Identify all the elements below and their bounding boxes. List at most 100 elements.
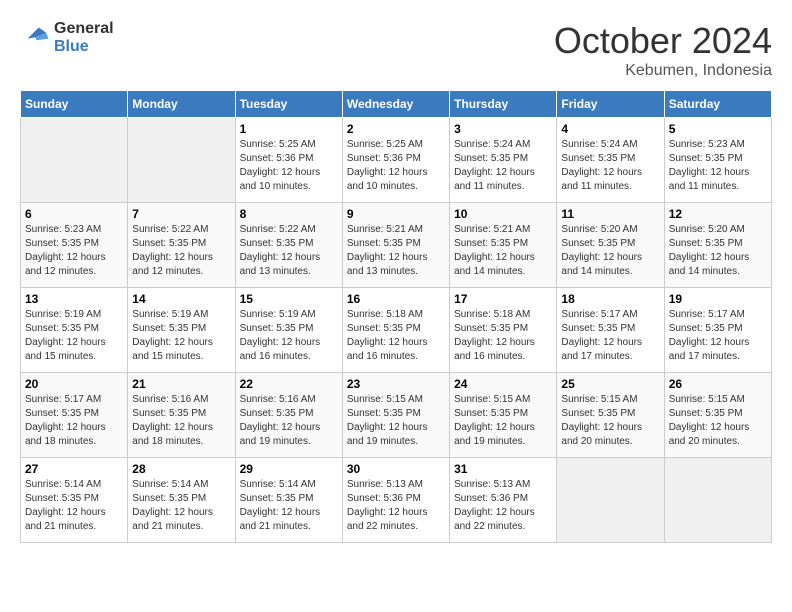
day-number: 14 [132, 292, 230, 306]
day-info: Sunrise: 5:15 AMSunset: 5:35 PMDaylight:… [454, 393, 552, 449]
day-info: Sunrise: 5:14 AMSunset: 5:35 PMDaylight:… [240, 478, 338, 534]
day-number: 5 [669, 122, 767, 136]
calendar-cell: 2Sunrise: 5:25 AMSunset: 5:36 PMDaylight… [342, 118, 449, 203]
day-number: 22 [240, 377, 338, 391]
calendar-cell: 3Sunrise: 5:24 AMSunset: 5:35 PMDaylight… [450, 118, 557, 203]
day-info: Sunrise: 5:23 AMSunset: 5:35 PMDaylight:… [25, 223, 123, 279]
title-block: October 2024 Kebumen, Indonesia [554, 20, 772, 80]
calendar-cell: 5Sunrise: 5:23 AMSunset: 5:35 PMDaylight… [664, 118, 771, 203]
logo-blue: Blue [54, 38, 114, 56]
day-info: Sunrise: 5:17 AMSunset: 5:35 PMDaylight:… [25, 393, 123, 449]
calendar-cell [557, 458, 664, 543]
day-number: 11 [561, 207, 659, 221]
calendar-cell: 13 Sunrise: 5:19 AMSunset: 5:35 PMDayligh… [21, 288, 128, 373]
calendar-cell: 19 Sunrise: 5:17 AMSunset: 5:35 PMDayligh… [664, 288, 771, 373]
day-number: 31 [454, 462, 552, 476]
day-info: Sunrise: 5:15 AMSunset: 5:35 PMDaylight:… [561, 393, 659, 449]
logo: General Blue [20, 20, 114, 55]
day-info: Sunrise: 5:25 AMSunset: 5:36 PMDaylight:… [240, 138, 338, 194]
day-number: 23 [347, 377, 445, 391]
month-title: October 2024 [554, 20, 772, 62]
week-row-4: 20 Sunrise: 5:17 AMSunset: 5:35 PMDayligh… [21, 373, 772, 458]
day-info: Sunrise: 5:16 AMSunset: 5:35 PMDaylight:… [240, 393, 338, 449]
weekday-header-tuesday: Tuesday [235, 91, 342, 118]
calendar-body: 1 Sunrise: 5:25 AMSunset: 5:36 PMDaylight… [21, 118, 772, 543]
weekday-row: SundayMondayTuesdayWednesdayThursdayFrid… [21, 91, 772, 118]
weekday-header-monday: Monday [128, 91, 235, 118]
day-info: Sunrise: 5:18 AMSunset: 5:35 PMDaylight:… [454, 308, 552, 364]
day-number: 21 [132, 377, 230, 391]
day-number: 24 [454, 377, 552, 391]
day-number: 26 [669, 377, 767, 391]
calendar-cell: 24 Sunrise: 5:15 AMSunset: 5:35 PMDayligh… [450, 373, 557, 458]
day-info: Sunrise: 5:19 AMSunset: 5:35 PMDaylight:… [25, 308, 123, 364]
calendar-cell: 18Sunrise: 5:17 AMSunset: 5:35 PMDayligh… [557, 288, 664, 373]
day-info: Sunrise: 5:17 AMSunset: 5:35 PMDaylight:… [669, 308, 767, 364]
day-number: 4 [561, 122, 659, 136]
calendar-cell: 7 Sunrise: 5:22 AMSunset: 5:35 PMDaylight… [128, 203, 235, 288]
location: Kebumen, Indonesia [554, 62, 772, 80]
calendar-cell: 14 Sunrise: 5:19 AMSunset: 5:35 PMDayligh… [128, 288, 235, 373]
day-number: 6 [25, 207, 123, 221]
day-number: 1 [240, 122, 338, 136]
calendar-cell: 4 Sunrise: 5:24 AMSunset: 5:35 PMDaylight… [557, 118, 664, 203]
calendar-cell: 21Sunrise: 5:16 AMSunset: 5:35 PMDayligh… [128, 373, 235, 458]
logo-general: General [54, 20, 114, 38]
calendar-cell [128, 118, 235, 203]
week-row-5: 27 Sunrise: 5:14 AMSunset: 5:35 PMDayligh… [21, 458, 772, 543]
day-number: 18 [561, 292, 659, 306]
calendar-cell: 6 Sunrise: 5:23 AMSunset: 5:35 PMDaylight… [21, 203, 128, 288]
calendar-cell: 12Sunrise: 5:20 AMSunset: 5:35 PMDayligh… [664, 203, 771, 288]
day-info: Sunrise: 5:13 AMSunset: 5:36 PMDaylight:… [347, 478, 445, 534]
day-info: Sunrise: 5:14 AMSunset: 5:35 PMDaylight:… [132, 478, 230, 534]
day-number: 16 [347, 292, 445, 306]
calendar-cell: 8Sunrise: 5:22 AMSunset: 5:35 PMDaylight… [235, 203, 342, 288]
day-info: Sunrise: 5:19 AMSunset: 5:35 PMDaylight:… [240, 308, 338, 364]
calendar-cell: 25 Sunrise: 5:15 AMSunset: 5:35 PMDayligh… [557, 373, 664, 458]
day-number: 13 [25, 292, 123, 306]
calendar-header: SundayMondayTuesdayWednesdayThursdayFrid… [21, 91, 772, 118]
day-info: Sunrise: 5:21 AMSunset: 5:35 PMDaylight:… [454, 223, 552, 279]
day-number: 20 [25, 377, 123, 391]
page-header: General Blue October 2024 Kebumen, Indon… [20, 20, 772, 80]
calendar-cell: 27Sunrise: 5:14 AMSunset: 5:35 PMDayligh… [21, 458, 128, 543]
weekday-header-friday: Friday [557, 91, 664, 118]
calendar-cell: 11 Sunrise: 5:20 AMSunset: 5:35 PMDayligh… [557, 203, 664, 288]
day-number: 25 [561, 377, 659, 391]
calendar-table: SundayMondayTuesdayWednesdayThursdayFrid… [20, 90, 772, 543]
day-number: 27 [25, 462, 123, 476]
day-number: 30 [347, 462, 445, 476]
calendar-cell: 16 Sunrise: 5:18 AMSunset: 5:35 PMDayligh… [342, 288, 449, 373]
day-number: 10 [454, 207, 552, 221]
day-info: Sunrise: 5:22 AMSunset: 5:35 PMDaylight:… [132, 223, 230, 279]
day-info: Sunrise: 5:24 AMSunset: 5:35 PMDaylight:… [454, 138, 552, 194]
weekday-header-wednesday: Wednesday [342, 91, 449, 118]
day-number: 7 [132, 207, 230, 221]
calendar-cell: 31Sunrise: 5:13 AMSunset: 5:36 PMDayligh… [450, 458, 557, 543]
calendar-cell: 26Sunrise: 5:15 AMSunset: 5:35 PMDayligh… [664, 373, 771, 458]
calendar-cell: 1 Sunrise: 5:25 AMSunset: 5:36 PMDaylight… [235, 118, 342, 203]
day-number: 19 [669, 292, 767, 306]
weekday-header-sunday: Sunday [21, 91, 128, 118]
day-number: 15 [240, 292, 338, 306]
calendar-cell: 23 Sunrise: 5:15 AMSunset: 5:35 PMDayligh… [342, 373, 449, 458]
logo-icon [20, 23, 50, 47]
day-info: Sunrise: 5:20 AMSunset: 5:35 PMDaylight:… [561, 223, 659, 279]
calendar-cell: 22 Sunrise: 5:16 AMSunset: 5:35 PMDayligh… [235, 373, 342, 458]
day-info: Sunrise: 5:24 AMSunset: 5:35 PMDaylight:… [561, 138, 659, 194]
week-row-2: 6 Sunrise: 5:23 AMSunset: 5:35 PMDaylight… [21, 203, 772, 288]
calendar-cell: 30 Sunrise: 5:13 AMSunset: 5:36 PMDayligh… [342, 458, 449, 543]
day-number: 2 [347, 122, 445, 136]
calendar-cell: 28Sunrise: 5:14 AMSunset: 5:35 PMDayligh… [128, 458, 235, 543]
day-number: 29 [240, 462, 338, 476]
day-info: Sunrise: 5:19 AMSunset: 5:35 PMDaylight:… [132, 308, 230, 364]
calendar-cell: 9Sunrise: 5:21 AMSunset: 5:35 PMDaylight… [342, 203, 449, 288]
week-row-1: 1 Sunrise: 5:25 AMSunset: 5:36 PMDaylight… [21, 118, 772, 203]
day-number: 8 [240, 207, 338, 221]
calendar-cell: 15 Sunrise: 5:19 AMSunset: 5:35 PMDayligh… [235, 288, 342, 373]
day-info: Sunrise: 5:15 AMSunset: 5:35 PMDaylight:… [347, 393, 445, 449]
weekday-header-saturday: Saturday [664, 91, 771, 118]
day-info: Sunrise: 5:18 AMSunset: 5:35 PMDaylight:… [347, 308, 445, 364]
weekday-header-thursday: Thursday [450, 91, 557, 118]
day-info: Sunrise: 5:20 AMSunset: 5:35 PMDaylight:… [669, 223, 767, 279]
